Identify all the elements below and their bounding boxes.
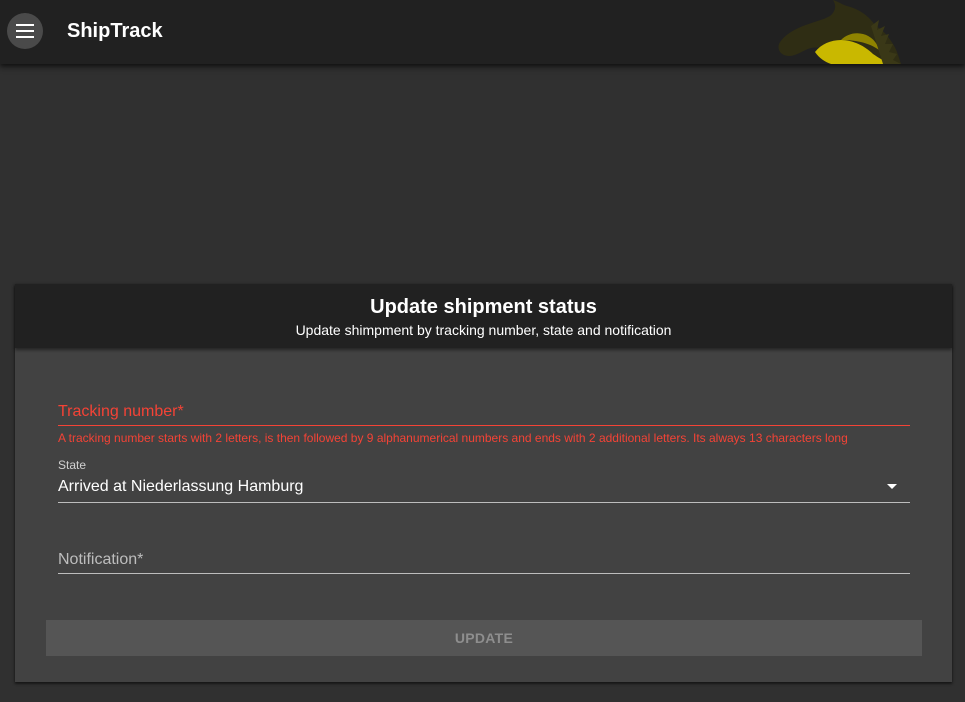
card-title: Update shipment status [370,296,597,318]
update-shipment-card: Update shipment status Update shimpment … [15,284,952,682]
card-subtitle: Update shimpment by tracking number, sta… [295,322,672,338]
card-header: Update shipment status Update shimpment … [15,284,952,348]
update-button[interactable]: UPDATE [46,620,922,656]
state-label: State [58,458,87,472]
menu-icon [16,24,34,38]
notification-input[interactable] [58,550,910,572]
app-title: ShipTrack [67,20,163,42]
menu-button[interactable] [7,13,43,49]
tracking-number-underline [58,425,910,426]
state-select[interactable] [58,472,910,502]
notification-underline [58,573,910,574]
horse-head-logo [775,0,905,64]
tracking-number-error: A tracking number starts with 2 letters,… [58,431,848,445]
app-bar: ShipTrack [0,0,965,64]
state-underline [58,502,910,503]
tracking-number-input[interactable] [58,402,910,424]
